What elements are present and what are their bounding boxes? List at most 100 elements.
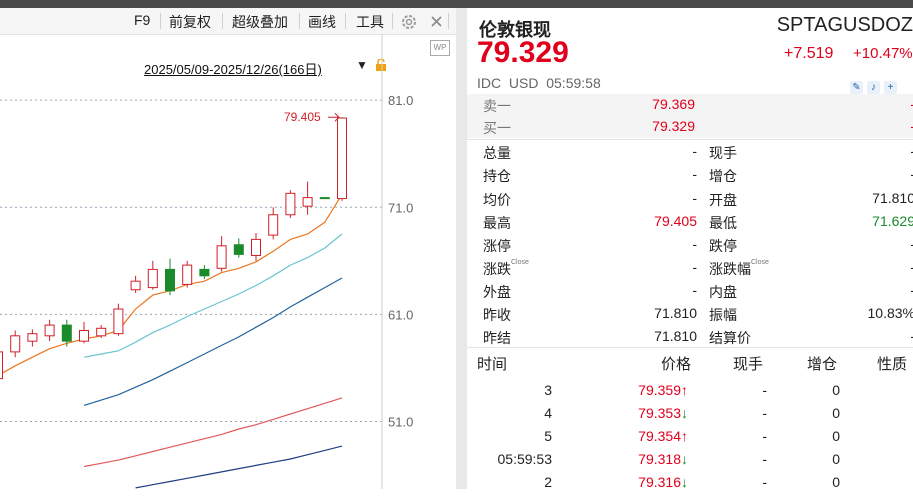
stats-label: 涨跌 — [483, 261, 511, 277]
candle-body[interactable] — [61, 324, 72, 342]
candle-body[interactable] — [233, 244, 244, 255]
candle-body[interactable] — [130, 280, 141, 291]
candle-body[interactable] — [96, 327, 107, 337]
candle-body[interactable] — [0, 351, 3, 380]
candle-body[interactable] — [268, 214, 279, 236]
candle-body[interactable] — [165, 268, 175, 292]
close-tag: Close — [511, 259, 529, 266]
stats-label: 外盘 — [483, 284, 511, 300]
stats-value: - — [692, 259, 697, 275]
y-tick-label: 71.0 — [388, 200, 413, 215]
tick-volume: - — [762, 405, 767, 421]
tick-time: 2 — [544, 474, 552, 490]
candle-body[interactable] — [319, 197, 330, 200]
arrow-down-icon: ↓ — [681, 405, 688, 421]
tick-price: 79.359 — [638, 382, 681, 398]
candle-body[interactable] — [251, 238, 261, 256]
col-nature: 性质 — [877, 356, 908, 373]
arrow-up-icon: ↑ — [681, 382, 688, 398]
tick-price: 79.354 — [638, 428, 681, 444]
bell-icon[interactable]: ♪ — [867, 81, 880, 94]
plus-icon[interactable]: + — [884, 81, 897, 94]
stats-value: - — [692, 143, 697, 159]
stats-label: 总量 — [483, 145, 511, 161]
stats-value: 71.810 — [654, 328, 697, 344]
tick-volume: - — [762, 428, 767, 444]
tick-open-interest: 0 — [832, 428, 840, 444]
stats-label: 涨跌幅 — [709, 261, 751, 277]
stats-label: 持仓 — [483, 168, 511, 184]
tick-row[interactable]: 2 79.316 ↓ - 0 — [467, 472, 913, 496]
kline-chart-pane: F9 前复权 超级叠加 画线 工具 WP 2025/05/09-2025/12/… — [0, 8, 456, 489]
window-top-bar — [0, 0, 913, 8]
col-time: 时间 — [477, 356, 508, 373]
pencil-icon[interactable]: ✎ — [850, 81, 863, 94]
tick-time: 3 — [544, 382, 552, 398]
moving-average-line — [83, 233, 343, 358]
stats-row: 昨结71.810结算价- — [467, 326, 913, 348]
candle-body[interactable] — [44, 324, 55, 337]
candle-body[interactable] — [216, 245, 227, 269]
stats-value: 71.810 — [872, 190, 913, 206]
price-change: +7.519 — [784, 45, 834, 62]
stats-value: - — [692, 236, 697, 252]
y-tick-label: 61.0 — [388, 307, 413, 322]
candle-body[interactable] — [199, 268, 210, 277]
stats-label: 结算价 — [709, 330, 751, 346]
candle-body[interactable] — [302, 197, 313, 207]
y-tick-label: 51.0 — [388, 415, 413, 430]
stats-label: 昨收 — [483, 307, 511, 323]
last-price: 79.329 — [477, 36, 569, 69]
arrow-up-icon: ↑ — [681, 428, 688, 444]
sell1-label: 卖一 — [483, 98, 511, 114]
sell1-price: 79.369 — [652, 96, 695, 112]
candlestick-chart[interactable]: 81.0 71.0 61.0 51.0 79.405 — [0, 8, 456, 489]
stats-label: 内盘 — [709, 284, 737, 300]
buy1-label: 买一 — [483, 120, 511, 136]
tick-volume: - — [762, 474, 767, 490]
tick-row[interactable]: 05:59:53 79.318 ↓ - 0 — [467, 449, 913, 473]
candle-body[interactable] — [113, 308, 124, 335]
tick-row[interactable]: 3 79.359 ↑ - 0 — [467, 380, 913, 404]
candle-body[interactable] — [10, 335, 21, 353]
stats-value: - — [692, 282, 697, 298]
tick-open-interest: 0 — [832, 451, 840, 467]
tick-row[interactable]: 5 79.354 ↑ - 0 — [467, 426, 913, 450]
divider — [467, 139, 913, 140]
stats-label: 均价 — [483, 192, 511, 208]
candle-body[interactable] — [182, 264, 193, 285]
ticks-header: 时间 价格 现手 增仓 性质 — [467, 351, 913, 373]
instrument-code: SPTAGUSDOZ — [776, 14, 913, 36]
stats-label: 最高 — [483, 215, 511, 231]
candle-body[interactable] — [285, 192, 296, 216]
tick-time: 4 — [544, 405, 552, 421]
y-tick-label: 81.0 — [388, 93, 413, 108]
stats-value: - — [692, 190, 697, 206]
moving-average-line — [83, 277, 343, 406]
quote-actions: ✎ ♪ + — [850, 77, 901, 95]
tick-price: 79.353 — [638, 405, 681, 421]
stats-value: 79.405 — [654, 213, 697, 229]
candle-body[interactable] — [337, 117, 347, 200]
stats-row: 涨停-跌停- — [467, 234, 913, 256]
stats-label: 昨结 — [483, 330, 511, 346]
stats-label: 最低 — [709, 215, 737, 231]
candle-body[interactable] — [27, 333, 38, 342]
tick-open-interest: 0 — [832, 474, 840, 490]
quote-panel: 伦敦银现 SPTAGUSDOZ 79.329 +7.519 +10.47% ID… — [467, 8, 913, 490]
tick-price: 79.318 — [638, 451, 681, 467]
high-price-label: 79.405 — [284, 110, 321, 124]
stats-value: 71.810 — [654, 305, 697, 321]
tick-volume: - — [762, 382, 767, 398]
pane-divider[interactable] — [456, 8, 467, 489]
candle-body[interactable] — [147, 268, 158, 289]
tick-open-interest: 0 — [832, 405, 840, 421]
tick-open-interest: 0 — [832, 382, 840, 398]
stats-value: 10.83% — [867, 305, 913, 321]
stats-row: 总量-现手- — [467, 141, 913, 163]
stats-row: 涨跌-涨跌幅-CloseClose — [467, 257, 913, 279]
candle-body[interactable] — [79, 329, 89, 342]
divider — [467, 347, 913, 348]
arrow-down-icon: ↓ — [681, 451, 688, 467]
tick-row[interactable]: 4 79.353 ↓ - 0 — [467, 403, 913, 427]
